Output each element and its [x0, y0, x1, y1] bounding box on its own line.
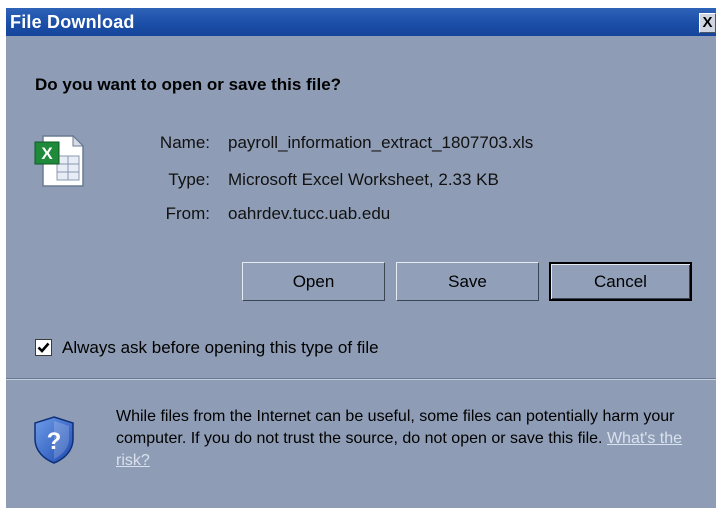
always-ask-label[interactable]: Always ask before opening this type of f…	[62, 338, 379, 358]
open-button[interactable]: Open	[242, 262, 385, 301]
svg-text:?: ?	[47, 428, 62, 455]
dialog-question: Do you want to open or save this file?	[35, 75, 342, 94]
always-ask-checkbox[interactable]	[35, 339, 52, 356]
window-title: File Download	[10, 12, 135, 32]
security-warning: While files from the Internet can be use…	[116, 406, 706, 472]
file-name-label: Name:	[159, 133, 210, 152]
security-shield-icon: ?	[34, 416, 74, 464]
cancel-button[interactable]: Cancel	[549, 262, 692, 301]
file-source-label: From:	[165, 204, 210, 223]
save-button[interactable]: Save	[396, 262, 539, 301]
excel-file-icon: X	[34, 134, 85, 187]
separator	[6, 378, 716, 380]
svg-text:X: X	[41, 144, 53, 163]
close-button[interactable]: X	[699, 13, 716, 33]
file-type-label: Type:	[168, 170, 210, 189]
warning-text: While files from the Internet can be use…	[116, 408, 675, 447]
checkmark-icon	[37, 342, 50, 353]
title-bar[interactable]: File Download X	[6, 8, 716, 36]
file-type-value: Microsoft Excel Worksheet, 2.33 KB	[228, 170, 499, 189]
file-download-dialog: File Download X Do you want to open or s…	[6, 8, 716, 508]
file-name-value: payroll_information_extract_1807703.xls	[228, 133, 534, 152]
file-source-value: oahrdev.tucc.uab.edu	[228, 204, 391, 223]
